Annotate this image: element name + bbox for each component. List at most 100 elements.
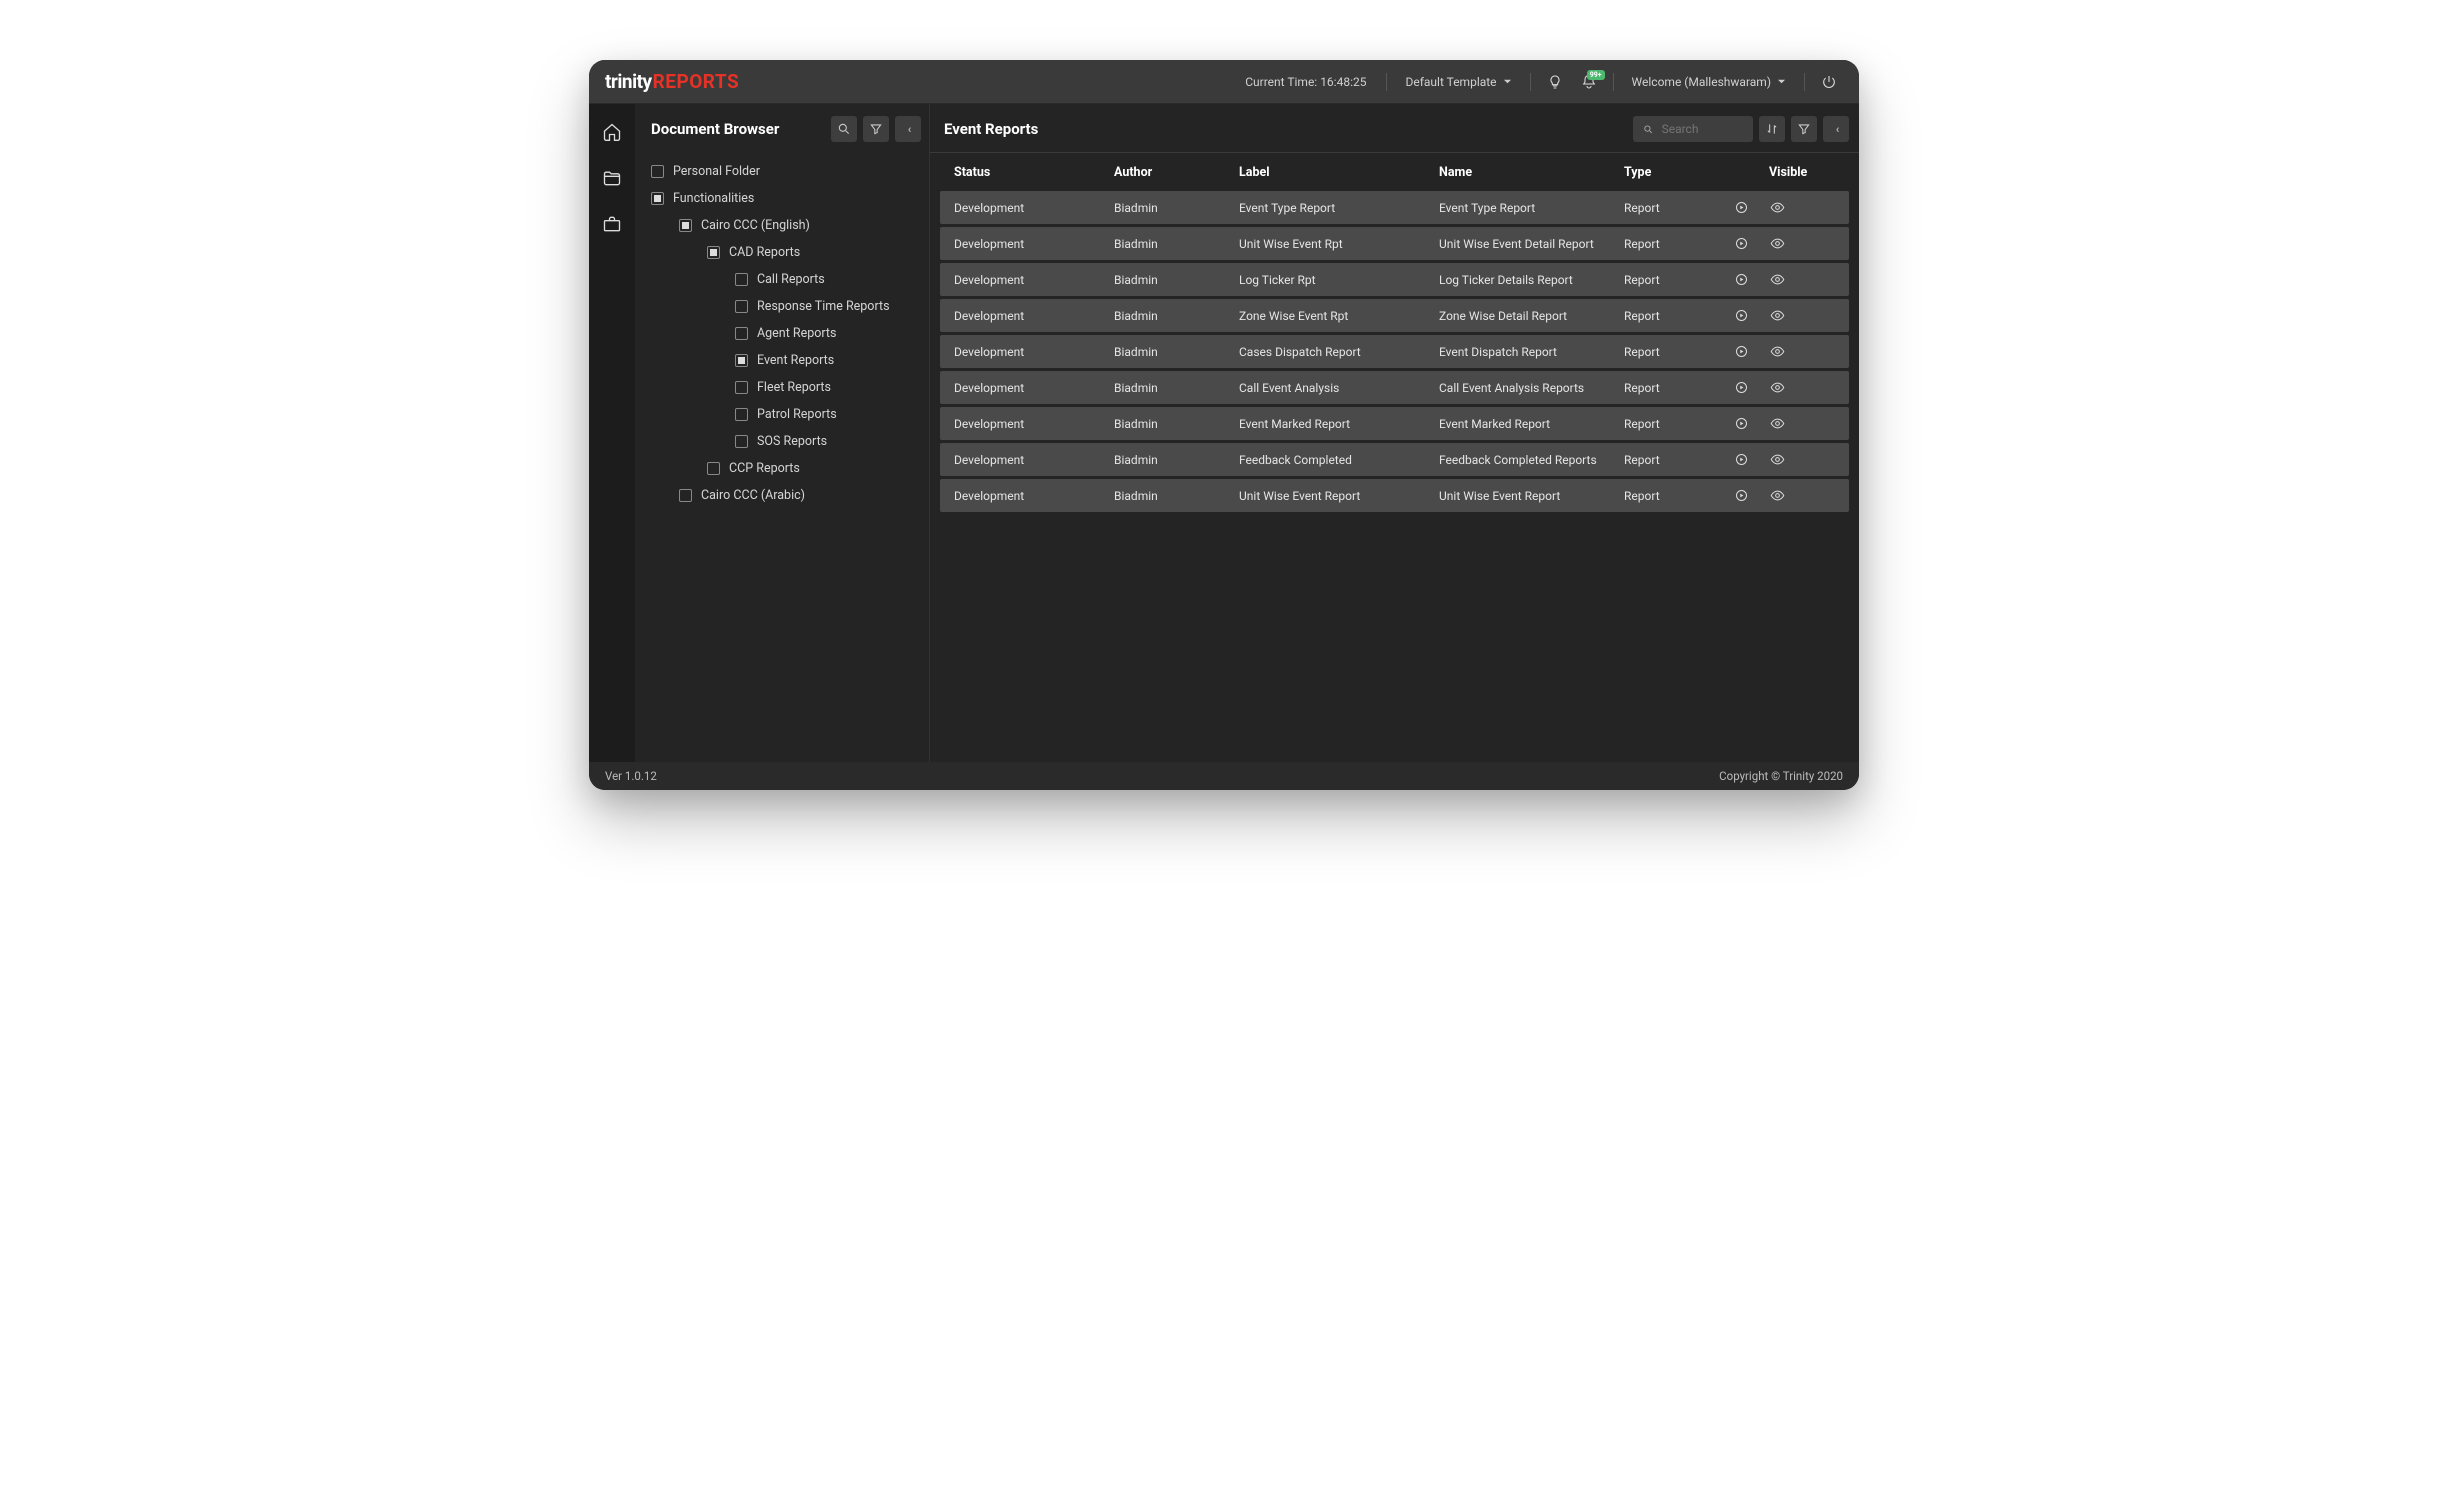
checkbox[interactable] — [679, 219, 692, 232]
tree-node[interactable]: CCP Reports — [635, 455, 929, 482]
template-dropdown[interactable]: Default Template — [1397, 75, 1519, 89]
col-type[interactable]: Type — [1624, 165, 1714, 180]
cell-status: Development — [954, 345, 1114, 359]
table-row[interactable]: DevelopmentBiadminFeedback CompletedFeed… — [940, 443, 1849, 476]
tree-node[interactable]: Personal Folder — [635, 158, 929, 185]
table-body: DevelopmentBiadminEvent Type ReportEvent… — [940, 191, 1849, 512]
tree-node[interactable]: Call Reports — [635, 266, 929, 293]
tree-node[interactable]: SOS Reports — [635, 428, 929, 455]
eye-icon[interactable] — [1769, 271, 1786, 288]
main-collapse-button[interactable]: ‹‹ — [1823, 116, 1849, 142]
checkbox[interactable] — [735, 435, 748, 448]
tree-node[interactable]: Response Time Reports — [635, 293, 929, 320]
eye-icon[interactable] — [1769, 343, 1786, 360]
cell-label: Unit Wise Event Report — [1239, 489, 1439, 503]
cell-status: Development — [954, 489, 1114, 503]
play-icon[interactable] — [1733, 379, 1750, 396]
checkbox[interactable] — [735, 273, 748, 286]
home-icon[interactable] — [598, 118, 626, 146]
col-name[interactable]: Name — [1439, 165, 1624, 180]
main-filter-button[interactable] — [1791, 116, 1817, 142]
chevron-down-icon — [1777, 77, 1786, 86]
eye-icon[interactable] — [1769, 307, 1786, 324]
checkbox[interactable] — [735, 381, 748, 394]
main: Event Reports ‹‹ Status Author Label Nam… — [930, 104, 1859, 762]
tree-label: Patrol Reports — [757, 407, 837, 422]
cell-type: Report — [1624, 489, 1714, 503]
cell-author: Biadmin — [1114, 489, 1239, 503]
table-header: Status Author Label Name Type Visible — [940, 153, 1849, 191]
checkbox[interactable] — [707, 246, 720, 259]
table-row[interactable]: DevelopmentBiadminUnit Wise Event RptUni… — [940, 227, 1849, 260]
eye-icon[interactable] — [1769, 379, 1786, 396]
checkbox[interactable] — [707, 462, 720, 475]
play-icon[interactable] — [1733, 199, 1750, 216]
cell-author: Biadmin — [1114, 201, 1239, 215]
cell-type: Report — [1624, 237, 1714, 251]
cell-status: Development — [954, 273, 1114, 287]
folder-icon[interactable] — [598, 164, 626, 192]
eye-icon[interactable] — [1769, 415, 1786, 432]
search-box[interactable] — [1633, 116, 1753, 142]
play-icon[interactable] — [1733, 343, 1750, 360]
eye-icon[interactable] — [1769, 199, 1786, 216]
power-icon[interactable] — [1815, 68, 1843, 96]
sidebar-search-button[interactable] — [831, 116, 857, 142]
tree-label: Response Time Reports — [757, 299, 890, 314]
table-row[interactable]: DevelopmentBiadminEvent Marked ReportEve… — [940, 407, 1849, 440]
checkbox[interactable] — [651, 165, 664, 178]
col-author[interactable]: Author — [1114, 165, 1239, 180]
table-row[interactable]: DevelopmentBiadminZone Wise Event RptZon… — [940, 299, 1849, 332]
eye-icon[interactable] — [1769, 487, 1786, 504]
play-icon[interactable] — [1733, 487, 1750, 504]
col-visible[interactable]: Visible — [1769, 165, 1829, 180]
play-icon[interactable] — [1733, 307, 1750, 324]
checkbox[interactable] — [735, 354, 748, 367]
bell-icon[interactable]: 99+ — [1575, 68, 1603, 96]
sidebar-collapse-button[interactable]: ‹‹ — [895, 116, 921, 142]
tree-node[interactable]: CAD Reports — [635, 239, 929, 266]
eye-icon[interactable] — [1769, 235, 1786, 252]
cell-author: Biadmin — [1114, 309, 1239, 323]
play-icon[interactable] — [1733, 451, 1750, 468]
left-rail — [589, 104, 635, 762]
checkbox[interactable] — [651, 192, 664, 205]
tree-label: Call Reports — [757, 272, 825, 287]
table-row[interactable]: DevelopmentBiadminLog Ticker RptLog Tick… — [940, 263, 1849, 296]
search-input[interactable] — [1662, 122, 1743, 136]
checkbox[interactable] — [679, 489, 692, 502]
eye-icon[interactable] — [1769, 451, 1786, 468]
table-row[interactable]: DevelopmentBiadminUnit Wise Event Report… — [940, 479, 1849, 512]
col-label[interactable]: Label — [1239, 165, 1439, 180]
play-icon[interactable] — [1733, 415, 1750, 432]
tree-node[interactable]: Fleet Reports — [635, 374, 929, 401]
tree-node[interactable]: Agent Reports — [635, 320, 929, 347]
table-row[interactable]: DevelopmentBiadminCall Event AnalysisCal… — [940, 371, 1849, 404]
notification-badge: 99+ — [1587, 70, 1605, 80]
cell-status: Development — [954, 237, 1114, 251]
cell-label: Event Marked Report — [1239, 417, 1439, 431]
sort-button[interactable] — [1759, 116, 1785, 142]
briefcase-icon[interactable] — [598, 210, 626, 238]
table-row[interactable]: DevelopmentBiadminCases Dispatch ReportE… — [940, 335, 1849, 368]
tree-node[interactable]: Cairo CCC (Arabic) — [635, 482, 929, 509]
checkbox[interactable] — [735, 327, 748, 340]
col-status[interactable]: Status — [954, 165, 1114, 180]
tree-node[interactable]: Cairo CCC (English) — [635, 212, 929, 239]
tree-label: Agent Reports — [757, 326, 836, 341]
play-icon[interactable] — [1733, 271, 1750, 288]
sidebar-filter-button[interactable] — [863, 116, 889, 142]
user-dropdown[interactable]: Welcome (Malleshwaram) — [1624, 75, 1794, 89]
cell-name: Unit Wise Event Report — [1439, 489, 1624, 503]
table-row[interactable]: DevelopmentBiadminEvent Type ReportEvent… — [940, 191, 1849, 224]
cell-name: Unit Wise Event Detail Report — [1439, 237, 1624, 251]
tree-node[interactable]: Event Reports — [635, 347, 929, 374]
cell-name: Log Ticker Details Report — [1439, 273, 1624, 287]
checkbox[interactable] — [735, 408, 748, 421]
play-icon[interactable] — [1733, 235, 1750, 252]
bulb-icon[interactable] — [1541, 68, 1569, 96]
checkbox[interactable] — [735, 300, 748, 313]
topbar-right: Current Time: 16:48:25 Default Template … — [1235, 68, 1843, 96]
tree-node[interactable]: Functionalities — [635, 185, 929, 212]
tree-node[interactable]: Patrol Reports — [635, 401, 929, 428]
